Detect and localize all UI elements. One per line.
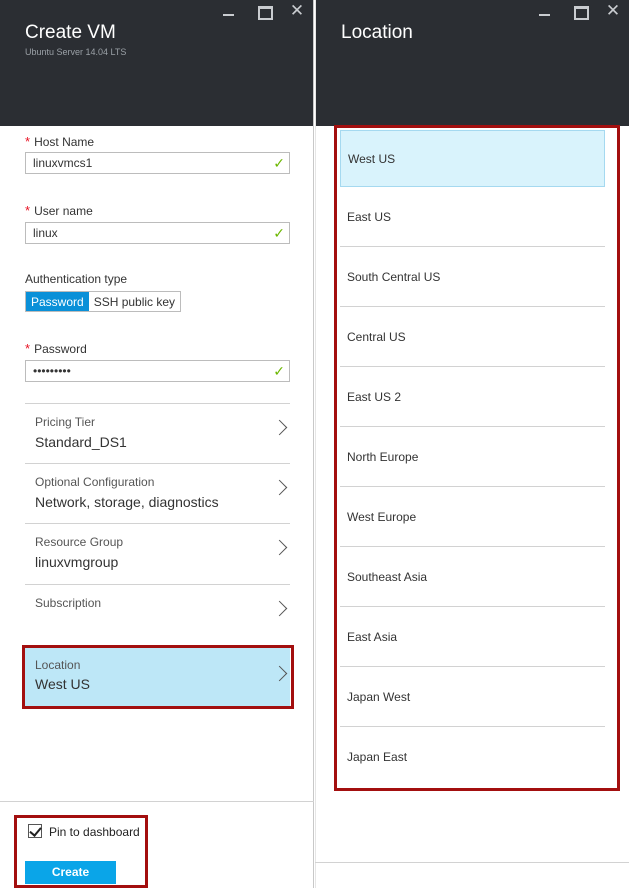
row-label: Location — [35, 658, 81, 672]
password-label: * Password — [25, 341, 87, 356]
auth-option-password[interactable]: Password — [26, 292, 89, 311]
user-name-label-text: User name — [34, 204, 93, 218]
row-label: Pricing Tier — [35, 415, 96, 429]
location-item-east-us-2[interactable]: East US 2 — [340, 367, 605, 427]
valid-check-icon: ✓ — [273, 363, 285, 379]
user-name-label: * User name — [25, 203, 93, 218]
create-button[interactable]: Create — [25, 861, 116, 884]
minimize-icon[interactable] — [536, 2, 554, 20]
maximize-icon[interactable] — [255, 2, 273, 20]
required-marker: * — [25, 341, 31, 356]
row-label: Resource Group — [35, 535, 124, 549]
chevron-right-icon — [271, 600, 288, 617]
location-item-central-us[interactable]: Central US — [340, 307, 605, 367]
subscription-row[interactable]: Subscription — [25, 584, 290, 646]
location-row[interactable]: Location West US — [25, 648, 290, 706]
location-list: West US East US South Central US Central… — [340, 130, 605, 787]
chevron-right-icon — [271, 419, 288, 436]
chevron-right-icon — [271, 479, 288, 496]
row-value: linuxvmgroup — [35, 554, 119, 570]
maximize-icon[interactable] — [571, 2, 589, 20]
host-name-input[interactable]: linuxvmcs1 ✓ — [25, 152, 290, 174]
required-marker: * — [25, 134, 31, 149]
location-item-south-central-us[interactable]: South Central US — [340, 247, 605, 307]
location-item-west-europe[interactable]: West Europe — [340, 487, 605, 547]
minimize-icon[interactable] — [220, 2, 238, 20]
pricing-tier-row[interactable]: Pricing Tier Standard_DS1 — [25, 403, 290, 464]
host-name-label-text: Host Name — [34, 135, 95, 149]
blade-title: Create VM — [25, 22, 116, 43]
row-value: Network, storage, diagnostics — [35, 494, 219, 510]
blade-title: Location — [341, 22, 413, 43]
optional-configuration-row[interactable]: Optional Configuration Network, storage,… — [25, 463, 290, 524]
chevron-right-icon — [271, 539, 288, 556]
pin-to-dashboard-checkbox[interactable] — [28, 824, 42, 838]
user-name-input[interactable]: linux ✓ — [25, 222, 290, 244]
host-name-value: linuxvmcs1 — [33, 156, 93, 170]
password-value: ••••••••• — [33, 364, 71, 378]
location-item-east-us[interactable]: East US — [340, 187, 605, 247]
password-input[interactable]: ••••••••• ✓ — [25, 360, 290, 382]
row-label: Optional Configuration — [35, 475, 155, 489]
create-vm-blade: Create VM Ubuntu Server 14.04 LTS ✕ * Hos… — [0, 0, 314, 888]
row-value: West US — [35, 676, 90, 692]
create-vm-header: Create VM Ubuntu Server 14.04 LTS ✕ — [0, 0, 313, 126]
required-marker: * — [25, 203, 31, 218]
blade-subtitle: Ubuntu Server 14.04 LTS — [25, 47, 127, 57]
location-item-southeast-asia[interactable]: Southeast Asia — [340, 547, 605, 607]
resource-group-row[interactable]: Resource Group linuxvmgroup — [25, 523, 290, 585]
auth-type-toggle: Password SSH public key — [25, 291, 182, 312]
auth-type-label: Authentication type — [25, 272, 128, 286]
location-item-north-europe[interactable]: North Europe — [340, 427, 605, 487]
location-item-japan-east[interactable]: Japan East — [340, 727, 605, 787]
user-name-value: linux — [33, 226, 58, 240]
chevron-right-icon — [271, 665, 288, 682]
valid-check-icon: ✓ — [273, 155, 285, 171]
location-item-west-us[interactable]: West US — [340, 130, 605, 187]
location-header: Location ✕ — [316, 0, 629, 126]
close-icon[interactable]: ✕ — [288, 2, 306, 20]
host-name-label: * Host Name — [25, 134, 94, 149]
location-footer-divider — [315, 862, 629, 863]
password-label-text: Password — [34, 342, 87, 356]
footer-divider — [0, 801, 314, 802]
location-item-east-asia[interactable]: East Asia — [340, 607, 605, 667]
row-label: Subscription — [35, 596, 102, 610]
valid-check-icon: ✓ — [273, 225, 285, 241]
row-value: Standard_DS1 — [35, 434, 127, 450]
location-item-japan-west[interactable]: Japan West — [340, 667, 605, 727]
close-icon[interactable]: ✕ — [604, 2, 622, 20]
auth-option-ssh-key[interactable]: SSH public key — [89, 292, 180, 311]
pin-to-dashboard-label: Pin to dashboard — [49, 825, 140, 839]
